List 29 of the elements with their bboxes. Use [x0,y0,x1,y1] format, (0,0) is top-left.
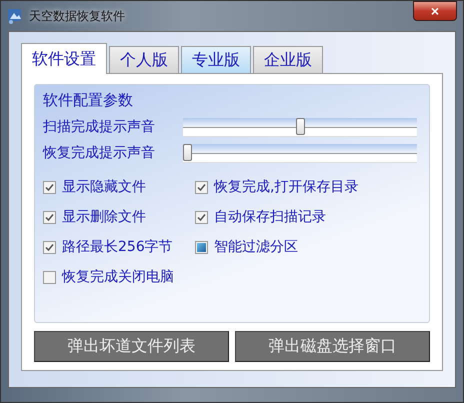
slider-label: 恢复完成提示声音 [43,144,156,162]
tab[interactable]: 专业版 [181,46,251,73]
tab[interactable]: 个人版 [109,46,179,73]
checkbox-label: 恢复完成,打开保存目录 [214,178,358,196]
group-title: 软件配置参数 [43,91,133,110]
action-button[interactable]: 弹出磁盘选择窗口 [235,331,430,362]
window-title: 天空数据恢复软件 [29,8,125,24]
slider-track[interactable] [183,144,417,162]
checkbox-label: 自动保存扫描记录 [214,208,326,226]
checkbox[interactable] [43,270,56,284]
checkbox-label: 路径最长256字节 [62,238,173,256]
slider-label: 扫描完成提示声音 [43,118,156,136]
checkbox-label: 显示删除文件 [62,208,146,226]
action-button[interactable]: 弹出坏道文件列表 [34,331,229,362]
slider-thumb[interactable] [296,118,304,134]
checkbox-label: 恢复完成关闭电脑 [62,268,174,286]
close-button[interactable]: × [413,1,457,21]
checkbox-label: 显示隐藏文件 [62,178,146,196]
slider-thumb[interactable] [183,144,192,160]
app-icon [7,8,23,24]
checkbox-label: 智能过滤分区 [214,238,298,256]
checkbox[interactable] [43,240,56,254]
tab[interactable]: 企业版 [253,46,323,73]
checkbox[interactable] [43,210,56,224]
checkbox[interactable] [195,210,208,224]
checkbox[interactable] [43,180,56,194]
checkbox[interactable] [195,180,208,194]
slider-track[interactable] [183,118,417,136]
tab[interactable]: 软件设置 [21,43,107,74]
